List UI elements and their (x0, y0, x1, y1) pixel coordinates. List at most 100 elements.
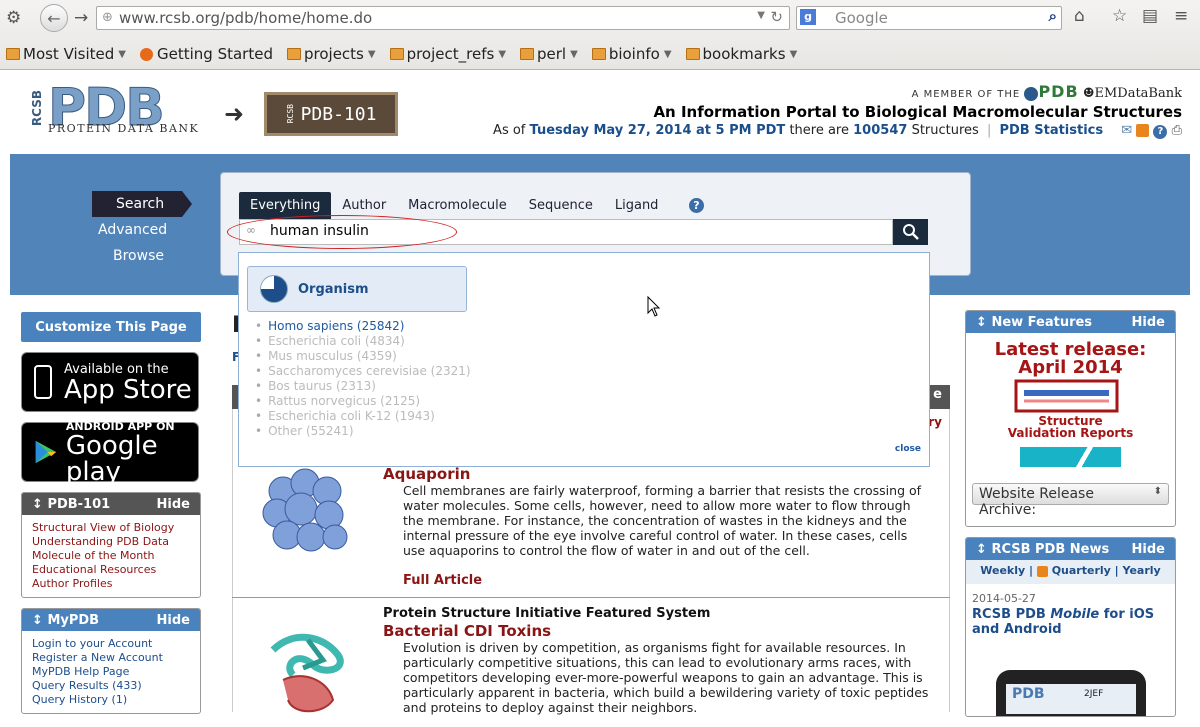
reader-list-icon[interactable]: ▤ (1142, 6, 1158, 26)
link-register[interactable]: Register a New Account (32, 651, 190, 665)
search-help-icon[interactable]: ? (689, 198, 704, 213)
link-structural-view[interactable]: Structural View of Biology (32, 521, 190, 535)
back-button[interactable]: ← (40, 4, 68, 32)
link-understanding-pdb[interactable]: Understanding PDB Data (32, 535, 190, 549)
link-molecule-of-month[interactable]: Molecule of the Month (32, 549, 190, 563)
web-search-bar[interactable]: g Google ⌕ (796, 6, 1062, 30)
new-features-hide-button[interactable]: Hide (1132, 315, 1165, 330)
bookmark-getting-started[interactable]: Getting Started (140, 43, 273, 65)
pdb101-hide-button[interactable]: Hide (157, 497, 190, 512)
logo-subtitle: PROTEIN DATA BANK (48, 122, 200, 135)
mypdb-panel-header: ↕ MyPDB Hide (22, 609, 200, 631)
rss-icon[interactable] (1136, 124, 1150, 137)
organism-option[interactable]: Saccharomyces cerevisiae (2321) (255, 364, 470, 379)
nav-browse[interactable]: Browse (92, 243, 182, 269)
mypdb-panel: ↕ MyPDB Hide Login to your Account Regis… (21, 608, 201, 714)
help-icon[interactable]: ? (1153, 125, 1168, 139)
rss-icon[interactable] (1036, 565, 1048, 577)
google-engine-icon[interactable]: g (800, 9, 816, 25)
organism-option[interactable]: Escherichia coli K-12 (1943) (255, 409, 471, 424)
dropdown-arrow-icon[interactable]: ▼ (757, 10, 765, 21)
move-handle-icon[interactable]: ↕ (976, 542, 987, 557)
mail-icon[interactable]: ✉ (1121, 123, 1132, 138)
nav-search[interactable]: Search (92, 191, 192, 217)
quarterly-link[interactable]: Quarterly (1052, 564, 1111, 577)
latest-release[interactable]: Latest release: April 2014 (966, 341, 1175, 377)
structure-count-line: As of Tuesday May 27, 2014 at 5 PM PDT t… (493, 123, 1182, 139)
link-educational-resources[interactable]: Educational Resources (32, 563, 190, 577)
bookmark-star-icon[interactable]: ☆ (1112, 6, 1127, 26)
move-handle-icon[interactable]: ↕ (32, 497, 43, 512)
yearly-link[interactable]: Yearly (1123, 564, 1161, 577)
google-play-badge[interactable]: ANDROID APP ON Google play (21, 420, 199, 485)
customize-page-button[interactable]: Customize This Page (21, 312, 201, 342)
forward-button[interactable]: → (74, 8, 88, 28)
url-text: www.rcsb.org/pdb/home/home.do (119, 9, 373, 27)
link-query-results[interactable]: Query Results (433) (32, 679, 190, 693)
update-date: Tuesday May 27, 2014 at 5 PM PDT (529, 123, 786, 138)
feature-title[interactable]: Aquaporin (383, 465, 470, 483)
organism-option[interactable]: Bos taurus (2313) (255, 379, 471, 394)
pdb-statistics-link[interactable]: PDB Statistics (999, 123, 1103, 138)
news-header: ↕ RCSB PDB News Hide (966, 538, 1175, 560)
bookmark-projects[interactable]: projects ▼ (286, 43, 376, 65)
validation-reports-link[interactable]: Structure Validation Reports (966, 415, 1175, 439)
emdb-logo[interactable]: ☻EMDataBank (1083, 86, 1182, 101)
organism-option[interactable]: Other (55241) (255, 424, 471, 439)
tab-sequence[interactable]: Sequence (518, 192, 604, 219)
feature-title[interactable]: Bacterial CDI Toxins (383, 622, 551, 640)
move-handle-icon[interactable]: ↕ (32, 613, 43, 628)
cdi-toxin-structure-image[interactable] (253, 620, 363, 720)
home-icon[interactable]: ⌂ (1074, 6, 1085, 26)
bookmark-project-refs[interactable]: project_refs ▼ (389, 43, 506, 65)
chevron-down-icon: ▼ (570, 48, 578, 60)
search-glass-icon[interactable]: ⌕ (1049, 7, 1057, 25)
tab-macromolecule[interactable]: Macromolecule (397, 192, 518, 219)
link-login[interactable]: Login to your Account (32, 637, 190, 651)
full-article-link[interactable]: Full Article (403, 573, 482, 588)
chevron-down-icon: ▼ (118, 48, 126, 60)
organism-option[interactable]: Rattus norvegicus (2125) (255, 394, 471, 409)
organism-option[interactable]: Mus musculus (4359) (255, 349, 471, 364)
bookmark-bookmarks[interactable]: bookmarks ▼ (685, 43, 797, 65)
bookmark-bioinfo[interactable]: bioinfo ▼ (591, 43, 672, 65)
menu-icon[interactable]: ≡ (1174, 6, 1188, 26)
app-store-badge[interactable]: Available on the App Store (21, 352, 199, 412)
organism-option[interactable]: Homo sapiens (25842) (255, 319, 471, 334)
arrow-icon: ➜ (224, 100, 245, 128)
tab-ligand[interactable]: Ligand (604, 192, 670, 219)
print-icon[interactable]: ⎙ (1172, 123, 1182, 138)
nav-advanced[interactable]: Advanced (92, 217, 182, 243)
news-headline[interactable]: RCSB PDB Mobile for iOS and Android (972, 607, 1169, 637)
firefox-menu-icon[interactable]: ⚙ (6, 8, 21, 28)
link-author-profiles[interactable]: Author Profiles (32, 577, 190, 591)
phone-icon (34, 365, 52, 399)
release-archive-select[interactable]: Website Release Archive: ⬍ (972, 483, 1169, 518)
search-submit-button[interactable] (893, 219, 928, 245)
dropdown-close-link[interactable]: close (895, 444, 921, 454)
rcsb-pdb-logo[interactable]: RCSB PDB PROTEIN DATA BANK (30, 78, 220, 139)
wwpdb-logo[interactable]: PDB (1038, 82, 1078, 101)
news-hide-button[interactable]: Hide (1132, 542, 1165, 557)
bookmark-most-visited[interactable]: Most Visited ▼ (6, 43, 126, 65)
move-handle-icon[interactable]: ↕ (976, 315, 987, 330)
pdb101-logo[interactable]: RCSB PDB-101 (264, 92, 398, 136)
firefox-icon (140, 47, 153, 61)
link-query-history[interactable]: Query History (1) (32, 693, 190, 707)
folder-icon (520, 48, 535, 60)
select-arrows-icon: ⬍ (1153, 486, 1162, 497)
bookmark-perl[interactable]: perl ▼ (520, 43, 578, 65)
link-mypdb-help[interactable]: MyPDB Help Page (32, 665, 190, 679)
weekly-link[interactable]: Weekly (980, 564, 1025, 577)
aquaporin-structure-image[interactable] (253, 461, 363, 561)
mypdb-hide-button[interactable]: Hide (157, 613, 190, 628)
url-bar[interactable]: ⊕ www.rcsb.org/pdb/home/home.do ↻ ▼ (96, 6, 790, 30)
mypdb-links: Login to your Account Register a New Acc… (22, 631, 200, 713)
organism-option[interactable]: Escherichia coli (4834) (255, 334, 471, 349)
magnifier-icon (902, 224, 919, 240)
pdb101-links: Structural View of Biology Understanding… (22, 515, 200, 597)
reload-icon[interactable]: ↻ (770, 8, 783, 26)
organism-category-button[interactable]: Organism (247, 266, 467, 312)
feature-subtitle: Protein Structure Initiative Featured Sy… (383, 606, 711, 621)
browser-toolbar: ⚙ ← → ⊕ www.rcsb.org/pdb/home/home.do ↻ … (0, 0, 1200, 70)
